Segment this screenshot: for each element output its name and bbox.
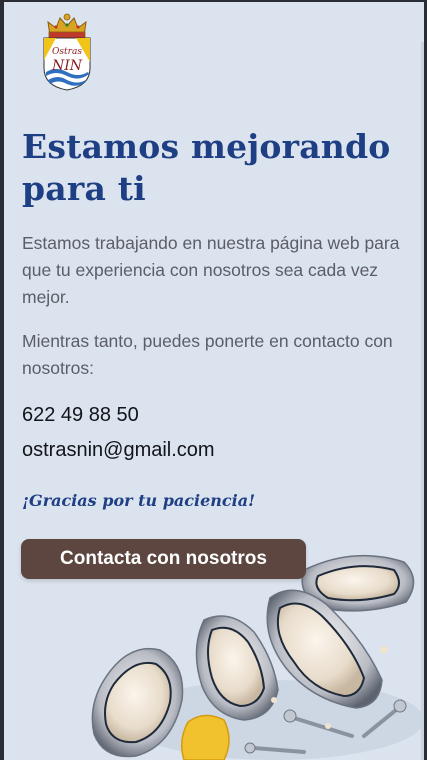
contact-intro-paragraph: Mientras tanto, puedes ponerte en contac… (22, 331, 393, 378)
email-address[interactable]: ostrasnin@gmail.com (22, 439, 215, 462)
lemon-wedge (181, 714, 230, 760)
phone-number[interactable]: 622 49 88 50 (22, 404, 139, 427)
page-headline: Estamos mejorando para ti (22, 127, 391, 208)
contact-button[interactable]: Contacta con nosotros (21, 539, 306, 579)
logo-text-top: Ostras (52, 47, 82, 57)
logo-text-bottom: NIN (51, 58, 83, 74)
crown-icon (47, 13, 87, 39)
thanks-message: ¡Gracias por tu paciencia! (22, 491, 256, 510)
ostras-nin-logo: Ostras NIN (43, 13, 91, 91)
shield-emblem: Ostras NIN (43, 37, 91, 91)
intro-paragraph: Estamos trabajando en nuestra página web… (22, 233, 400, 307)
oysters-illustration (91, 554, 424, 760)
maintenance-page: Ostras NIN Estamos mejorando para ti Est… (4, 2, 424, 760)
